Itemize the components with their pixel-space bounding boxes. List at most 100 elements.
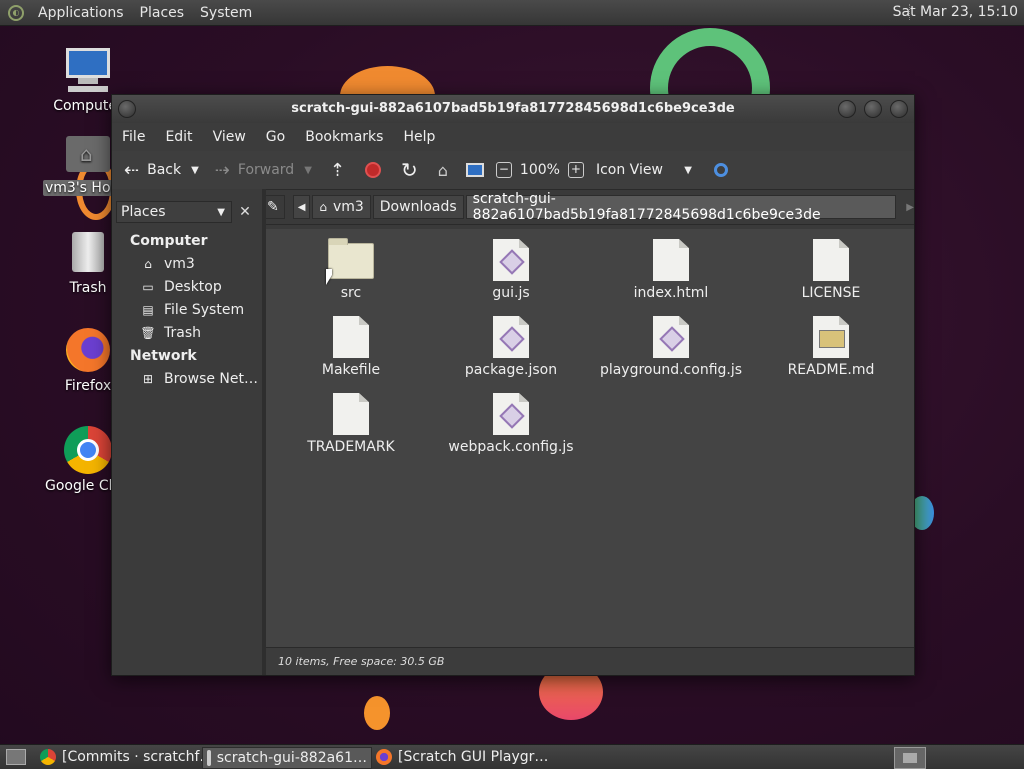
script-file-icon [493, 316, 529, 358]
clock[interactable]: Sat Mar 23, 15:10 [893, 4, 1018, 20]
minimize-button[interactable] [838, 100, 856, 118]
chevron-down-icon: ▼ [684, 164, 692, 176]
view-mode-select[interactable]: Icon View ▼ [590, 155, 702, 185]
system-logo-icon[interactable]: ◐ [8, 4, 24, 21]
window-titlebar[interactable]: scratch-gui-882a6107bad5b19fa81772845698… [112, 95, 914, 123]
back-button[interactable]: ⇠ Back [118, 155, 187, 185]
home-icon: ⌂ [319, 200, 327, 214]
forward-arrow-icon: ⇢ [214, 159, 230, 181]
window-menu-button[interactable] [118, 100, 136, 118]
breadcrumb-scroll-left[interactable]: ◀ [292, 195, 311, 219]
places-menu[interactable]: Places [132, 5, 193, 21]
bottom-panel: [Commits · scratchf… scratch-gui-882a61…… [0, 744, 1024, 769]
taskbar-item-chrome[interactable]: [Commits · scratchf… [36, 747, 217, 767]
folder-icon [207, 750, 211, 766]
home-icon: ⌂ [144, 257, 152, 271]
file-item-webpack-config[interactable]: webpack.config.js [436, 393, 586, 455]
file-name: gui.js [492, 285, 530, 301]
search-icon [713, 163, 728, 177]
breadcrumb-scroll-right[interactable]: ▶ [906, 202, 914, 213]
breadcrumb-label: vm3 [332, 199, 364, 215]
menu-go[interactable]: Go [256, 129, 295, 145]
file-name: webpack.config.js [448, 439, 574, 455]
pencil-icon: ✎ [266, 199, 279, 215]
zoom-level: 100% [519, 162, 560, 178]
reload-button[interactable]: ↻ [395, 155, 424, 185]
up-button[interactable]: ⇡ [324, 155, 351, 185]
applications-menu[interactable]: Applications [30, 5, 132, 21]
sidebar-item-label: vm3 [164, 256, 195, 272]
file-item-src[interactable]: src [276, 238, 426, 301]
text-file-icon [653, 239, 689, 281]
sidebar-heading-computer: Computer [130, 233, 208, 249]
forward-label: Forward [237, 162, 295, 178]
firefox-icon [64, 326, 112, 374]
breadcrumb-current[interactable]: scratch-gui-882a6107bad5b19fa81772845698… [465, 191, 897, 223]
computer-button[interactable] [460, 155, 490, 185]
menu-view[interactable]: View [203, 129, 256, 145]
workspace-switcher[interactable] [894, 747, 926, 769]
file-item-license[interactable]: LICENSE [756, 239, 906, 301]
text-file-icon [813, 239, 849, 281]
menu-file[interactable]: File [112, 129, 155, 145]
forward-button[interactable]: ⇢ Forward [209, 155, 300, 185]
file-item-makefile[interactable]: Makefile [276, 316, 426, 378]
show-desktop-button[interactable] [2, 747, 30, 767]
trash-icon [64, 228, 112, 276]
top-panel: ◐ Applications Places System Sat Mar 23,… [0, 0, 1024, 26]
file-name: playground.config.js [599, 362, 743, 378]
zoom-in-button[interactable]: + [566, 155, 586, 185]
file-view[interactable]: src gui.js index.html LICENSE Makefile p… [266, 229, 914, 647]
taskbar-item-file-manager[interactable]: scratch-gui-882a61… [202, 747, 372, 769]
breadcrumb-label: scratch-gui-882a6107bad5b19fa81772845698… [472, 191, 821, 223]
zoom-in-icon: + [567, 162, 584, 178]
file-item-readme[interactable]: README.md [756, 316, 906, 378]
wallpaper-shape-orange-small [364, 696, 390, 730]
close-button[interactable] [890, 100, 908, 118]
sidebar-item-label: Trash [164, 325, 201, 341]
taskbar-item-label: scratch-gui-882a61… [216, 750, 367, 766]
menu-bookmarks[interactable]: Bookmarks [295, 129, 393, 145]
mouse-cursor-icon [326, 269, 332, 285]
chevron-down-icon: ▼ [217, 206, 225, 218]
status-bar: 10 items, Free space: 30.5 GB [266, 647, 914, 675]
chevron-left-icon: ◀ [297, 201, 306, 213]
file-item-package-json[interactable]: package.json [436, 316, 586, 378]
taskbar-item-firefox[interactable]: [Scratch GUI Playgr… [372, 747, 552, 767]
zoom-out-button[interactable]: − [494, 155, 514, 185]
sidebar-item-desktop[interactable]: ▭ Desktop [140, 279, 222, 295]
file-item-trademark[interactable]: TRADEMARK [276, 393, 426, 455]
home-button[interactable]: ⌂ [432, 155, 454, 185]
close-sidebar-icon[interactable]: ✕ [236, 203, 254, 221]
sidebar-item-file-system[interactable]: ▤ File System [140, 302, 244, 318]
menu-help[interactable]: Help [393, 129, 445, 145]
file-item-playground-config[interactable]: playground.config.js [596, 316, 746, 378]
stop-button[interactable] [359, 155, 387, 185]
sidebar-item-trash[interactable]: 🗑 Trash [140, 325, 201, 341]
search-button[interactable] [708, 155, 734, 185]
file-manager-window: scratch-gui-882a6107bad5b19fa81772845698… [111, 94, 915, 676]
file-item-index-html[interactable]: index.html [596, 239, 746, 301]
sidebar-item-browse-network[interactable]: ⊞ Browse Net… [140, 371, 258, 387]
script-file-icon [653, 316, 689, 358]
breadcrumb-vm3[interactable]: ⌂ vm3 [312, 195, 371, 219]
file-name: README.md [787, 362, 875, 378]
file-name: TRADEMARK [307, 439, 395, 455]
forward-history-dropdown[interactable]: ▼ [304, 165, 312, 176]
file-item-gui-js[interactable]: gui.js [436, 239, 586, 301]
breadcrumb-downloads[interactable]: Downloads [372, 195, 464, 219]
menu-edit[interactable]: Edit [155, 129, 202, 145]
window-title: scratch-gui-882a6107bad5b19fa81772845698… [291, 101, 735, 116]
sidebar-item-label: Desktop [164, 279, 222, 295]
sidebar-mode-select[interactable]: Places ▼ [116, 201, 232, 223]
sidebar-item-vm3[interactable]: ⌂ vm3 [140, 256, 195, 272]
maximize-button[interactable] [864, 100, 882, 118]
desktop-icon: ▭ [142, 280, 154, 294]
back-history-dropdown[interactable]: ▼ [191, 165, 199, 176]
computer-icon [465, 163, 484, 177]
folder-icon [328, 238, 374, 279]
system-menu[interactable]: System [192, 5, 260, 21]
drive-icon: ▤ [142, 303, 154, 317]
toolbar: ⇠ Back ▼ ⇢ Forward ▼ ⇡ ↻ ⌂ − 100% + Icon… [112, 151, 914, 190]
file-name: package.json [464, 362, 558, 378]
